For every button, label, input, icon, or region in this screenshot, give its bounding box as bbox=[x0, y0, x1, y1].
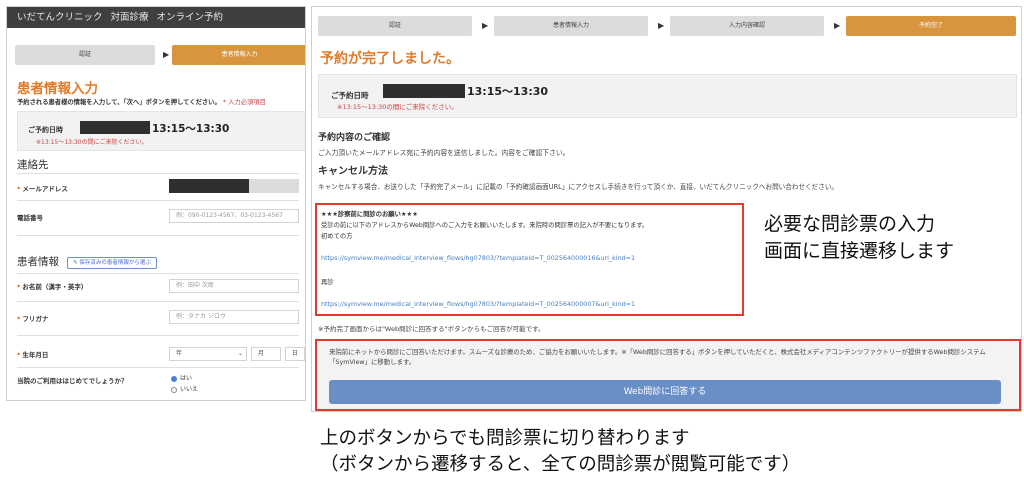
reservation-box: ご予約日時 13:15〜13:30 ※13:15〜13:30の間にご来院ください… bbox=[318, 74, 1017, 118]
chevron-down-icon: ⌄ bbox=[237, 350, 243, 357]
annotation-bottom-line1: 上のボタンからでも問診票に切り替わります bbox=[320, 428, 690, 449]
cancel-heading: キャンセル方法 bbox=[318, 166, 388, 177]
redacted-date bbox=[383, 84, 465, 98]
divider bbox=[17, 235, 299, 236]
confirm-text: ご入力頂いたメールアドレス宛に予約内容を送信しました。内容をご確認下さい。 bbox=[318, 149, 570, 157]
first-visit-link[interactable]: https://symview.me/medical_interview_flo… bbox=[321, 254, 635, 262]
page-title: 患者情報入力 bbox=[17, 81, 98, 97]
revisit-label: 再診 bbox=[321, 279, 334, 286]
radio-unchecked-icon bbox=[171, 386, 177, 393]
intro-main: 予約される患者様の情報を入力して、「次へ」ボタンを押してください。 bbox=[17, 99, 221, 106]
divider bbox=[17, 273, 299, 274]
step-auth: 認証 bbox=[15, 45, 155, 65]
reservation-box: ご予約日時 13:15〜13:30 ※13:15〜13:30の間にご来院ください… bbox=[17, 111, 305, 151]
divider bbox=[17, 367, 299, 368]
kana-field[interactable]: 例：タナカ ジロウ bbox=[169, 310, 299, 324]
step-arrow-icon: ▶ bbox=[834, 21, 841, 30]
birth-month-select[interactable]: 月 bbox=[251, 347, 281, 361]
reservation-warning: ※13:15〜13:30の間にご来院ください。 bbox=[337, 103, 458, 111]
required-note: * 入力必須項目 bbox=[222, 99, 266, 106]
web-interview-box: 来院前にネットから問診にご回答いただけます。スムーズな診療のため、ご協力をお願い… bbox=[315, 339, 1021, 411]
reservation-time: 13:15〜13:30 bbox=[152, 123, 230, 135]
annotation-side-line2: 画面に直接遷移します bbox=[764, 240, 955, 262]
birth-year-select[interactable]: 年 ⌄ bbox=[169, 347, 247, 361]
progress-steps: 認証 ▶ 患者情報入力 ▶ 入力内容確認 ▶ 予約完了 bbox=[312, 16, 1021, 36]
reservation-label: ご予約日時 bbox=[28, 126, 63, 134]
request-title: ★★★診察前に問診のお願い★★★ bbox=[321, 211, 418, 218]
saved-patient-button[interactable]: ✎ 保存済みの患者情報から選ぶ bbox=[67, 257, 157, 269]
reservation-complete-screenshot: 認証 ▶ 患者情報入力 ▶ 入力内容確認 ▶ 予約完了 予約が完了しました。 ご… bbox=[311, 6, 1022, 412]
reservation-time: 13:15〜13:30 bbox=[467, 85, 549, 98]
clinic-name[interactable]: いだてんクリニック bbox=[17, 12, 103, 23]
phone-field[interactable]: 例：090-0123-4567、03-0123-4567 bbox=[169, 209, 299, 223]
interview-links-box: ★★★診察前に問診のお願い★★★ 受診の前に以下のアドレスからWeb問診へのご入… bbox=[315, 203, 744, 316]
patient-heading: 患者情報 bbox=[17, 256, 59, 268]
progress-steps: 認証 ▶ 患者情報入力 bbox=[15, 45, 305, 65]
radio-checked-icon bbox=[171, 375, 177, 382]
birth-day-select[interactable]: 日 bbox=[285, 347, 305, 361]
nav-online-reservation[interactable]: オンライン予約 bbox=[157, 12, 224, 23]
name-field[interactable]: 例：田中 次郎 bbox=[169, 279, 299, 293]
divider bbox=[17, 200, 299, 201]
step-arrow-icon: ▶ bbox=[658, 21, 665, 30]
patient-info-screenshot: いだてんクリニック 対面診療 オンライン予約 認証 ▶ 患者情報入力 患者情報入力 … bbox=[6, 6, 306, 401]
step-confirm: 入力内容確認 bbox=[670, 16, 824, 36]
kana-label: * フリガナ bbox=[17, 315, 49, 323]
contact-heading: 連絡先 bbox=[17, 159, 49, 171]
cancel-text: キャンセルする場合、お送りした「予約完了メール」に記載の「予約確認画面URL」に… bbox=[318, 183, 839, 191]
radio-no[interactable]: いいえ bbox=[171, 384, 198, 393]
phone-label: 電話番号 bbox=[17, 214, 43, 222]
name-label: * お名前（漢字・英字） bbox=[17, 283, 88, 291]
birth-label: * 生年月日 bbox=[17, 351, 49, 359]
reservation-label: ご予約日時 bbox=[331, 91, 369, 100]
web-interview-text: 来院前にネットから問診にご回答いただけます。スムーズな診療のため、ご協力をお願い… bbox=[329, 348, 986, 366]
email-label: * メールアドレス bbox=[17, 185, 68, 193]
nav-in-person[interactable]: 対面診療 bbox=[111, 12, 149, 23]
request-text: 受診の前に以下のアドレスからWeb問診へのご入力をお願いいたします。来院時の問診… bbox=[321, 222, 649, 229]
intro-text: 予約される患者様の情報を入力して、「次へ」ボタンを押してください。 * 入力必須… bbox=[17, 97, 266, 106]
revisit-link[interactable]: https://symview.me/medical_interview_flo… bbox=[321, 300, 635, 308]
annotation-bottom-line2: （ボタンから遷移すると、全ての問診票が閲覧可能です） bbox=[320, 454, 801, 475]
confirm-heading: 予約内容のご確認 bbox=[318, 133, 391, 143]
step-arrow-icon: ▶ bbox=[482, 21, 489, 30]
email-field[interactable] bbox=[169, 179, 249, 193]
redacted-date bbox=[80, 121, 150, 134]
web-interview-button[interactable]: Web問診に回答する bbox=[329, 380, 1001, 404]
radio-yes[interactable]: はい bbox=[171, 373, 192, 382]
step-patient-info: 患者情報入力 bbox=[172, 45, 305, 65]
first-visit-label: 当院のご利用ははじめてでしょうか？ bbox=[17, 377, 128, 385]
step-auth: 認証 bbox=[318, 16, 472, 36]
reservation-warning: ※13:15〜13:30の間にご来院ください。 bbox=[36, 139, 148, 146]
page-title: 予約が完了しました。 bbox=[320, 51, 460, 67]
divider bbox=[17, 301, 299, 302]
annotation-side: 必要な問診票の入力 画面に直接遷移します bbox=[764, 211, 954, 265]
divider bbox=[17, 335, 299, 336]
divider bbox=[17, 173, 299, 174]
step-patient-info: 患者情報入力 bbox=[494, 16, 648, 36]
annotation-side-line1: 必要な問診票の入力 bbox=[764, 213, 936, 235]
step-complete: 予約完了 bbox=[846, 16, 1016, 36]
step-arrow-icon: ▶ bbox=[163, 50, 170, 59]
first-visit-label: 初めての方 bbox=[321, 233, 353, 240]
top-nav-bar: いだてんクリニック 対面診療 オンライン予約 bbox=[7, 7, 305, 28]
email-field-tail bbox=[249, 179, 299, 193]
annotation-bottom: 上のボタンからでも問診票に切り替わります （ボタンから遷移すると、全ての問診票が… bbox=[320, 426, 800, 478]
footnote: ※予約完了画面からは"Web問診に回答する"ボタンからもご回答が可能です。 bbox=[318, 325, 545, 333]
